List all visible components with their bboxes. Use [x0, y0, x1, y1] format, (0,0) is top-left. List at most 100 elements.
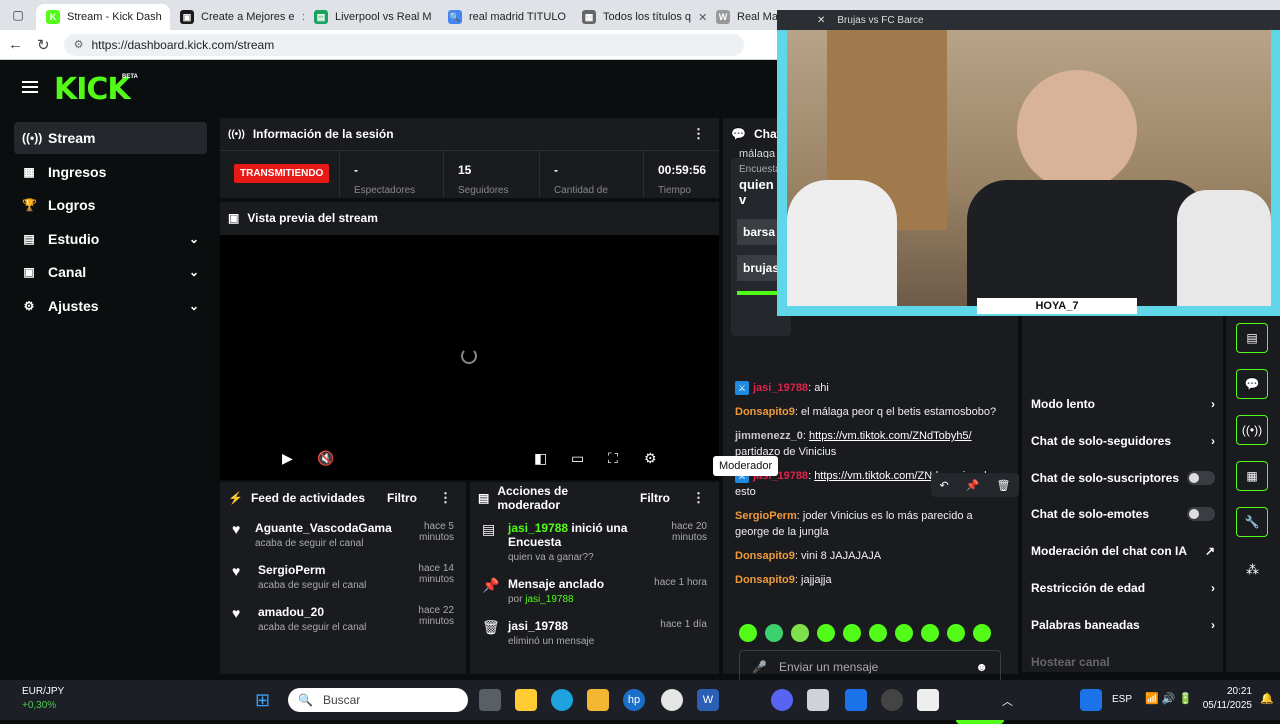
chat-link[interactable]: https://vm.tiktok.com/ZNd...: [814, 470, 947, 482]
feed-user[interactable]: Aguante_VascodaGama: [255, 521, 392, 535]
clock-time[interactable]: 20:21: [1212, 686, 1252, 697]
feed-user[interactable]: SergioPerm: [258, 563, 380, 577]
chat-message[interactable]: Donsapito9: vini 8 JAJAJAJA: [723, 544, 1013, 568]
moderator-badge-icon[interactable]: ⚔: [735, 381, 749, 395]
emote-icon[interactable]: [895, 624, 913, 642]
chat-username[interactable]: SergioPerm: [735, 510, 797, 522]
tab-actions-icon[interactable]: ▢: [0, 8, 36, 22]
pin-icon[interactable]: 📌: [966, 479, 980, 492]
setting-modo-lento[interactable]: Modo lento ›: [1031, 397, 1215, 411]
edge-icon[interactable]: [551, 689, 573, 711]
emote-icon[interactable]: [765, 624, 783, 642]
setting-moderaci-n-del-chat-con-ia[interactable]: Moderación del chat con IA ↗: [1031, 544, 1215, 558]
chat-message[interactable]: Donsapito9: el málaga peor q el betis es…: [723, 400, 1013, 424]
fullscreen-icon[interactable]: ⛶: [608, 450, 618, 467]
snipping-tool-icon[interactable]: [917, 689, 939, 711]
theater-mode-icon[interactable]: ▭: [571, 450, 584, 467]
emoji-icon[interactable]: ☻: [975, 660, 988, 674]
chat-icon[interactable]: 💬: [1236, 369, 1268, 399]
chat-username[interactable]: jimmenezz_0: [735, 430, 803, 442]
setting-palabras-baneadas[interactable]: Palabras baneadas ›: [1031, 618, 1215, 632]
toggle-switch[interactable]: [1187, 507, 1215, 522]
emote-icon[interactable]: [817, 624, 835, 642]
setting-chat-de-solo-suscriptores[interactable]: Chat de solo-suscriptores: [1031, 470, 1215, 485]
discord-icon[interactable]: [771, 689, 793, 711]
reload-icon[interactable]: ↻: [37, 36, 50, 54]
chat-message[interactable]: Donsapito9: jajjajja: [723, 568, 1013, 592]
sidebar-item-stream[interactable]: ((•)) Stream: [14, 122, 207, 154]
browser-tab[interactable]: ▦ Todos los títulos q ✕: [572, 4, 706, 30]
microphone-icon[interactable]: 🎤: [752, 660, 767, 674]
mod-filter-button[interactable]: Filtro: [640, 491, 670, 505]
chat-username[interactable]: Donsapito9: [735, 406, 795, 418]
player-settings-icon[interactable]: ⚙: [644, 450, 657, 467]
url-field[interactable]: ⚙ https://dashboard.kick.com/stream: [63, 33, 744, 56]
session-more-icon[interactable]: ⋮: [692, 126, 705, 142]
wrench-icon[interactable]: 🔧: [1236, 507, 1268, 537]
chat-link[interactable]: https://vm.tiktok.com/ZNdTobyh5/: [809, 430, 972, 442]
chat-message[interactable]: ⚔ jasi_19788: ahi: [723, 376, 1013, 400]
outlook-icon[interactable]: [845, 689, 867, 711]
chat-username[interactable]: Donsapito9: [735, 574, 795, 586]
back-arrow-icon[interactable]: ←: [8, 36, 23, 53]
network-volume-battery-icons[interactable]: 📶 🔊 🔋: [1145, 692, 1192, 705]
sidebar-item-logros[interactable]: 🏆 Logros: [14, 189, 207, 221]
feed-user[interactable]: amadou_20: [258, 605, 380, 619]
sidebar-item-canal[interactable]: ▣ Canal ⌄: [14, 256, 207, 288]
notes-icon[interactable]: ▤: [1236, 323, 1268, 353]
setting-chat-de-solo-emotes[interactable]: Chat de solo-emotes: [1031, 507, 1215, 522]
broadcast-toggle-icon[interactable]: ((•)): [1236, 415, 1268, 445]
store-icon[interactable]: [515, 689, 537, 711]
windows-start-icon[interactable]: ⊞: [255, 690, 270, 711]
app-icon[interactable]: [807, 689, 829, 711]
setting-restricci-n-de-edad[interactable]: Restricción de edad ›: [1031, 581, 1215, 595]
more-tools-icon[interactable]: ⁂: [1246, 562, 1259, 578]
emote-icon[interactable]: [791, 624, 809, 642]
emote-icon[interactable]: [739, 624, 757, 642]
miniplayer-icon[interactable]: ◧: [534, 450, 547, 467]
language-indicator[interactable]: ESP: [1112, 694, 1132, 705]
toggle-switch[interactable]: [1187, 470, 1215, 485]
notifications-icon[interactable]: 🔔: [1260, 692, 1274, 705]
trash-icon[interactable]: 🗑: [997, 479, 1011, 492]
tray-overflow-icon[interactable]: ︿: [1002, 693, 1013, 709]
kick-logo[interactable]: KICK: [54, 72, 131, 107]
chat-input-box[interactable]: 🎤 Enviar un mensaje ☻: [739, 650, 1001, 684]
obs-icon[interactable]: [881, 689, 903, 711]
feed-filter-button[interactable]: Filtro: [387, 491, 417, 505]
mod-user[interactable]: jasi_19788: [508, 521, 568, 535]
emote-icon[interactable]: [843, 624, 861, 642]
play-icon[interactable]: ▶: [282, 450, 293, 467]
layout-icon[interactable]: ▦: [1236, 461, 1268, 491]
emote-icon[interactable]: [921, 624, 939, 642]
chrome-icon[interactable]: [661, 689, 683, 711]
stream-preview-player[interactable]: ▶ 🔇 ◧ ▭ ⛶ ⚙: [220, 235, 719, 480]
taskbar-search[interactable]: 🔍 Buscar: [288, 688, 468, 712]
browser-tab[interactable]: 🔍real madrid TITULO✕: [438, 4, 572, 30]
site-info-icon[interactable]: ⚙: [74, 38, 84, 51]
mod-sub-user[interactable]: jasi_19788: [525, 594, 573, 605]
clock-date[interactable]: 05/11/2025: [1196, 700, 1252, 711]
browser-tab[interactable]: KStream - Kick Dash✕: [36, 4, 170, 30]
setting-chat-de-solo-seguidores[interactable]: Chat de solo-seguidores ›: [1031, 434, 1215, 448]
emote-icon[interactable]: [973, 624, 991, 642]
browser-tab[interactable]: ▣Create a Mejores e✕: [170, 4, 304, 30]
feed-more-icon[interactable]: ⋮: [439, 490, 452, 506]
file-explorer-icon[interactable]: [587, 689, 609, 711]
tab-close-icon[interactable]: ✕: [698, 11, 706, 24]
chat-username[interactable]: Donsapito9: [735, 550, 795, 562]
mute-icon[interactable]: 🔇: [317, 450, 334, 467]
sidebar-item-estudio[interactable]: ▤ Estudio ⌄: [14, 223, 207, 255]
menu-icon[interactable]: [22, 81, 38, 93]
task-view-icon[interactable]: [479, 689, 501, 711]
webcam-overlay-window[interactable]: ✕ Brujas vs FC Barce HOYA_7: [777, 10, 1280, 316]
emote-icon[interactable]: [947, 624, 965, 642]
undo-icon[interactable]: ↶: [940, 479, 949, 492]
hp-icon[interactable]: hp: [623, 689, 645, 711]
chat-username[interactable]: jasi_19788: [753, 382, 808, 394]
overlay-close-icon[interactable]: ✕: [817, 15, 825, 26]
sidebar-item-ajustes[interactable]: ⚙ Ajustes ⌄: [14, 290, 207, 322]
chat-message[interactable]: SergioPerm: joder Vinicius es lo más par…: [723, 504, 1013, 544]
mod-more-icon[interactable]: ⋮: [692, 490, 705, 506]
mic-tray-icon[interactable]: [1080, 689, 1102, 711]
